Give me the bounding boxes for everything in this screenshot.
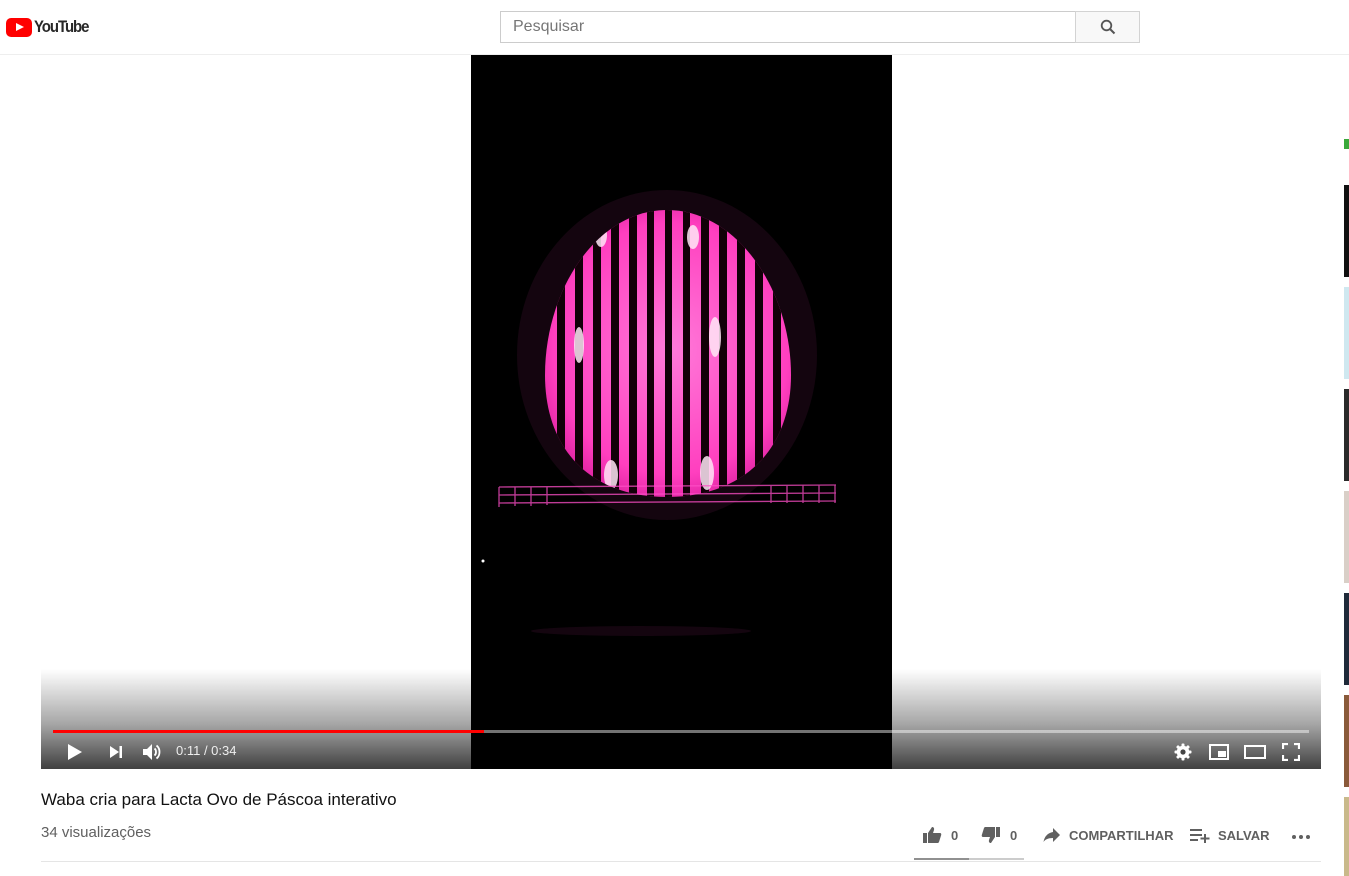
like-button[interactable]: 0	[922, 818, 958, 852]
related-thumbnail[interactable]	[1344, 55, 1349, 115]
like-count: 0	[951, 827, 959, 843]
volume-button[interactable]	[138, 738, 166, 766]
settings-icon	[1174, 743, 1192, 761]
share-icon	[1043, 828, 1060, 842]
share-label: COMPARTILHAR	[1069, 827, 1174, 843]
thumbs-down-icon	[981, 827, 1000, 843]
search-box	[500, 11, 1076, 43]
fullscreen-icon	[1282, 743, 1300, 761]
theater-icon	[1244, 745, 1266, 759]
add-to-playlist-icon	[1190, 829, 1210, 843]
masthead: YouTube	[0, 0, 1349, 55]
video-actions: 0 0 COMPARTILHAR SALVAR	[914, 818, 1321, 860]
related-thumbnail[interactable]	[1344, 593, 1349, 685]
more-horizontal-icon	[1292, 835, 1310, 839]
progress-played	[53, 730, 484, 733]
related-thumbnail[interactable]	[1344, 389, 1349, 481]
search-icon	[1100, 19, 1115, 35]
related-thumbnail[interactable]	[1344, 139, 1349, 149]
video-title: Waba cria para Lacta Ovo de Páscoa inter…	[41, 790, 397, 809]
thumbs-up-icon	[923, 827, 942, 843]
progress-bar[interactable]	[53, 730, 1309, 733]
info-divider	[41, 861, 1321, 862]
dislike-button[interactable]: 0	[981, 818, 1017, 852]
sentiment-bar	[914, 858, 1024, 860]
related-thumbnail[interactable]	[1344, 797, 1349, 876]
volume-icon	[143, 744, 161, 760]
video-content-easter-egg	[471, 55, 892, 769]
time-display: 0:11 / 0:34	[176, 743, 237, 758]
youtube-logo[interactable]: YouTube	[6, 16, 96, 38]
next-button[interactable]	[102, 738, 130, 766]
dislike-count: 0	[1010, 827, 1018, 843]
settings-button[interactable]	[1169, 738, 1197, 766]
related-thumbnail[interactable]	[1344, 491, 1349, 583]
next-icon	[110, 746, 122, 758]
logo-text: YouTube	[34, 17, 89, 36]
more-actions-button[interactable]	[1291, 820, 1311, 854]
play-icon	[68, 744, 82, 760]
view-count: 34 visualizações	[41, 824, 152, 841]
youtube-play-icon	[6, 17, 32, 37]
miniplayer-icon	[1209, 744, 1229, 760]
save-label: SALVAR	[1218, 827, 1270, 843]
related-thumbnail[interactable]	[1344, 695, 1349, 787]
play-button[interactable]	[61, 738, 89, 766]
search-input[interactable]	[501, 12, 1076, 42]
related-thumbnail[interactable]	[1344, 185, 1349, 277]
video-frame[interactable]	[471, 55, 892, 769]
save-button[interactable]: SALVAR	[1190, 818, 1270, 852]
theater-mode-button[interactable]	[1241, 738, 1269, 766]
player-controls: 0:11 / 0:34	[41, 735, 1321, 767]
search-button[interactable]	[1075, 11, 1140, 43]
fullscreen-button[interactable]	[1277, 738, 1305, 766]
video-player[interactable]: 0:11 / 0:34	[41, 55, 1321, 769]
sentiment-like-portion	[914, 858, 969, 860]
share-button[interactable]: COMPARTILHAR	[1043, 818, 1173, 852]
miniplayer-button[interactable]	[1205, 738, 1233, 766]
related-videos-rail	[1344, 55, 1349, 876]
related-thumbnail[interactable]	[1344, 287, 1349, 379]
